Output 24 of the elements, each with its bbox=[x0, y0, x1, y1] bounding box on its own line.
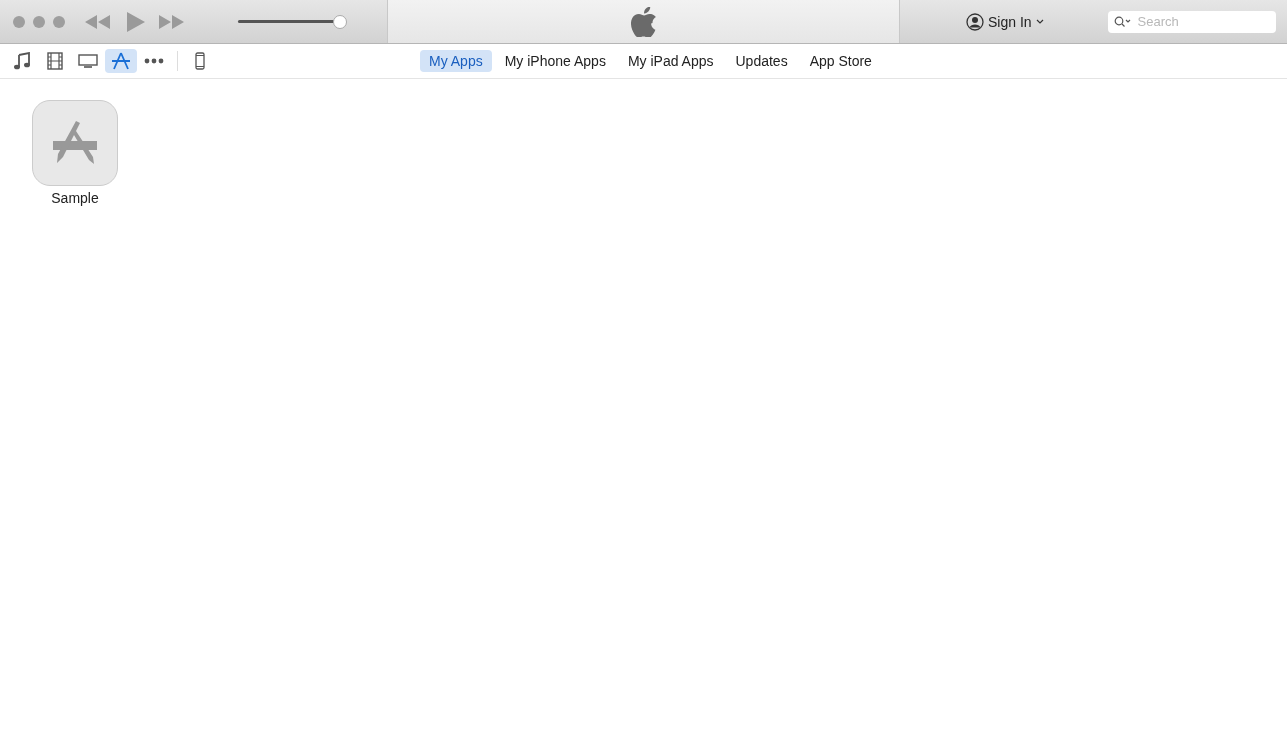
phone-icon bbox=[195, 52, 205, 70]
person-icon bbox=[966, 12, 984, 31]
film-icon bbox=[47, 52, 63, 70]
play-icon[interactable] bbox=[125, 11, 145, 32]
library-tab[interactable]: Updates bbox=[726, 50, 797, 72]
chevron-down-icon bbox=[1035, 18, 1044, 25]
music-note-icon bbox=[13, 52, 31, 70]
library-tab[interactable]: My Apps bbox=[420, 50, 492, 72]
monitor-icon bbox=[78, 53, 98, 69]
rewind-icon[interactable] bbox=[85, 14, 111, 29]
app-store-icon bbox=[111, 52, 131, 70]
app-name: Sample bbox=[51, 190, 99, 206]
more-icon bbox=[144, 58, 164, 64]
fast-forward-icon[interactable] bbox=[159, 14, 185, 29]
app-icon[interactable] bbox=[32, 100, 118, 186]
search-field[interactable]: Search bbox=[1107, 10, 1276, 33]
apps-media-button[interactable] bbox=[105, 49, 137, 73]
search-icon bbox=[1113, 15, 1132, 28]
apple-logo-icon bbox=[630, 6, 657, 37]
library-tab[interactable]: App Store bbox=[800, 50, 881, 72]
library-tab[interactable]: My iPad Apps bbox=[618, 50, 723, 72]
library-tab[interactable]: My iPhone Apps bbox=[495, 50, 615, 72]
volume-slider[interactable] bbox=[238, 13, 348, 30]
sign-in-button[interactable]: Sign In bbox=[966, 12, 1044, 31]
